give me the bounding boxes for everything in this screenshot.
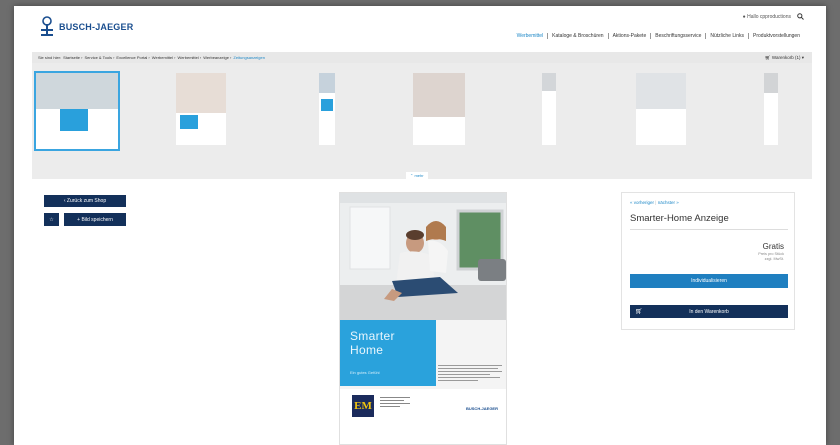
product-pagination: « vorheriger | nächster » [630,200,679,205]
next-product-link[interactable]: nächster » [658,200,679,205]
thumbnail-ad-7[interactable] [764,73,778,145]
breadcrumb-item[interactable]: Werbemittel › [152,55,176,60]
previous-product-link[interactable]: « vorheriger [630,200,654,205]
breadcrumb-item[interactable]: Werbemittel › [177,55,201,60]
thumbnail-image [180,115,198,129]
breadcrumb-current: Zeitungsanzeigen [233,55,265,60]
add-to-cart-label: In den Warenkorb [689,308,729,315]
ad-headline: Smarter Home [350,329,395,357]
thumbnail-image [764,73,778,93]
breadcrumb-item[interactable]: Startseite › [63,55,82,60]
thumbnail-ad-4[interactable] [413,73,465,145]
cart-top-label: Warenkorb (1) ▾ [771,55,804,60]
thumbnail-ad-2[interactable] [176,73,226,145]
thumbnail-image [176,73,226,113]
thumbnail-ad-5[interactable] [542,73,556,145]
customize-button[interactable]: Individualisieren [630,274,788,288]
brand-logo[interactable]: BUSCH-JAEGER [40,16,133,38]
ad-brand-mark: BUSCH-JAEGER [465,406,498,411]
product-price: Gratis [762,242,784,251]
user-icon: ● [742,13,746,20]
divider [630,229,788,230]
ad-tagline: Ein gutes Gefühl [350,370,380,375]
nav-aktions-pakete[interactable]: Aktions-Pakete [609,33,652,39]
thumbnail-image [321,99,333,111]
ad-headline-block: Smarter Home Ein gutes Gefühl [340,320,436,386]
thumbnail-image [542,73,556,91]
busch-jaeger-logo-icon [41,16,53,36]
thumbnail-image [36,73,118,109]
thumbnail-image [413,73,465,117]
nav-beschriftungsservice[interactable]: Beschriftungsservice [651,33,707,39]
em-logo: EM [352,395,374,417]
thumbnail-image [636,73,686,109]
favorite-button[interactable]: ☆ [44,213,59,226]
cart-icon: 🛒︎ [764,55,771,60]
ad-preview: Smarter Home Ein gutes Gefühl EM BUSCH-J… [339,192,507,445]
price-note: Preis pro Stück zzgl. MwSt. [758,252,784,262]
ad-contact-lines [380,397,410,407]
breadcrumb-item[interactable]: Excellence Portal › [116,55,149,60]
site-header: BUSCH-JAEGER ● Hallo cpproductions Werbe… [14,6,826,52]
ad-headline-line-1: Smarter [350,329,395,343]
nav-produktvorstellungen[interactable]: Produktvorstellungen [749,33,804,39]
ad-headline-line-2: Home [350,343,384,357]
page: BUSCH-JAEGER ● Hallo cpproductions Werbe… [14,6,826,445]
cart-icon: 🛒︎ [635,309,643,315]
user-area: ● Hallo cpproductions [743,13,804,20]
nav-kataloge[interactable]: Kataloge & Broschüren [548,33,609,39]
breadcrumb-item[interactable]: Werbeanzeige › [203,55,231,60]
add-to-cart-button[interactable]: 🛒︎ In den Warenkorb [630,305,788,318]
breadcrumb-item[interactable]: Service & Tools › [84,55,114,60]
thumbnail-image [319,73,335,93]
breadcrumb-prefix: Sie sind hier: [38,55,62,60]
product-title: Smarter-Home Anzeige [630,213,729,224]
search-icon[interactable] [797,13,804,20]
product-panel: « vorheriger | nächster » Smarter-Home A… [621,192,795,330]
ad-body-copy [438,365,502,383]
breadcrumb: Sie sind hier: Startseite › Service & To… [32,52,812,63]
show-more-link[interactable]: ⌃ mehr [406,172,428,179]
thumbnail-ad-3[interactable] [319,73,335,145]
user-greeting: Hallo cpproductions [747,13,791,20]
thumbnail-strip [32,63,812,179]
cart-top-link[interactable]: 🛒︎ Warenkorb (1) ▾ [765,55,804,61]
save-image-button[interactable]: + Bild speichern [64,213,126,226]
ad-photo [340,193,506,320]
main-navigation: Werbemittel Kataloge & Broschüren Aktion… [513,33,804,39]
thumbnail-smarter-home[interactable] [34,71,120,151]
nav-werbemittel[interactable]: Werbemittel [513,33,549,39]
thumbnail-ad-6[interactable] [636,73,686,145]
thumbnail-image [60,109,88,131]
back-to-shop-button[interactable]: ‹ Zurück zum Shop [44,195,126,207]
price-note-line-2: zzgl. MwSt. [764,257,784,261]
brand-name: BUSCH-JAEGER [59,22,134,32]
ad-footer: EM BUSCH-JAEGER [340,389,506,444]
nav-nuetzliche-links[interactable]: Nützliche Links [706,33,750,39]
user-account-link[interactable]: ● Hallo cpproductions [743,14,791,20]
